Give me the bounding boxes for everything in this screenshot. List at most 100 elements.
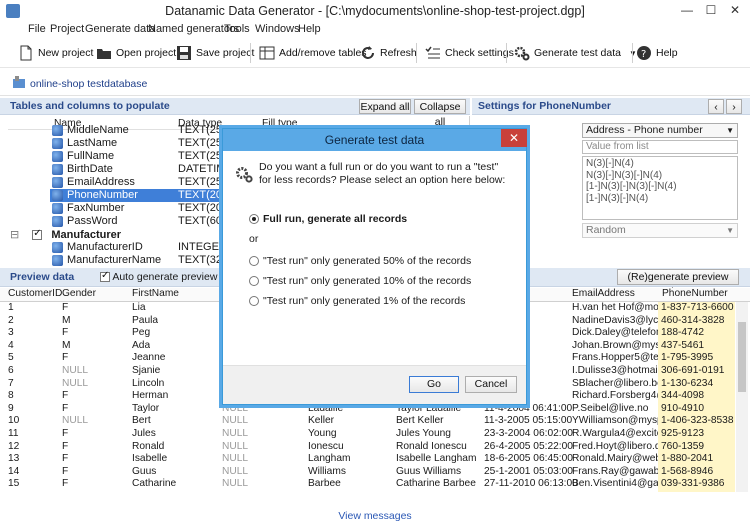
option-test-50[interactable]: "Test run" only generated 50% of the rec… [249, 255, 471, 267]
table-cell: 1 [8, 302, 14, 313]
cancel-button[interactable]: Cancel [465, 376, 517, 393]
menu-tools[interactable]: Tools [224, 23, 250, 35]
tree-row[interactable]: ManufacturerName TEXT(32) [52, 254, 242, 266]
chevron-right-icon[interactable]: › [726, 99, 742, 114]
dialog-title: Generate test data [324, 133, 425, 147]
project-name[interactable]: online-shop testdatabase [30, 78, 147, 90]
tree-row[interactable]: FaxNumber TEXT(20) [52, 202, 242, 215]
table-checkbox[interactable] [32, 228, 43, 241]
tree-row-type: TEXT(20) [178, 189, 226, 201]
table-cell: 11 [8, 428, 19, 439]
grid-header-phonenumber[interactable]: PhoneNumber [662, 288, 728, 301]
menu-help[interactable]: Help [298, 23, 321, 35]
add-remove-tables-button[interactable]: Add/remove tables [259, 42, 367, 64]
generate-test-data-label: Generate test data [534, 47, 621, 59]
table-row[interactable]: 10 NULL Bert NULL Keller Bert Keller 11-3-2005… [0, 415, 735, 428]
menu-generate-data[interactable]: Generate data [85, 23, 155, 35]
grid-header-gender[interactable]: Gender [62, 288, 96, 301]
refresh-button[interactable]: Refresh [360, 42, 417, 64]
tree-table-name: Manufacturer [51, 229, 122, 241]
auto-generate-toggle[interactable]: Auto generate preview data [100, 270, 241, 283]
tree-row-type: INTEGER [178, 241, 227, 253]
menu-windows[interactable]: Windows [255, 23, 300, 35]
table-cell: 1-795-3995 [661, 352, 714, 364]
vertical-scrollbar[interactable] [736, 302, 748, 492]
tree-row[interactable]: ManufacturerID INTEGER [52, 241, 242, 254]
pattern-item[interactable]: [1-]N(3)[-]N(4) [586, 193, 734, 205]
open-project-label: Open project [116, 47, 177, 59]
grid-header-customerid[interactable]: CustomerID [8, 288, 62, 301]
table-row[interactable]: 11 F Jules NULL Young Jules Young 23-3-2004 06… [0, 428, 735, 441]
option-full-run[interactable]: Full run, generate all records [249, 213, 407, 225]
tree-row[interactable]: PassWord TEXT(60) [52, 215, 242, 228]
pattern-item[interactable]: [1-]N(3)[-]N(3)[-]N(4) [586, 181, 734, 193]
chevron-left-icon[interactable]: ‹ [708, 99, 724, 114]
auto-generate-checkbox[interactable] [100, 270, 110, 283]
radio-full-run[interactable] [249, 214, 259, 225]
table-cell: Frans.Ray@gawab.it [572, 465, 658, 477]
menu-project[interactable]: Project [50, 23, 84, 35]
tree-row[interactable]: BirthDate DATETIME [52, 163, 242, 176]
generate-test-data-button[interactable]: Generate test data ▼ [514, 42, 637, 64]
radio-test-10[interactable] [249, 276, 259, 287]
pattern-item[interactable]: N(3)[-]N(3)[-]N(4) [586, 170, 734, 182]
go-button[interactable]: Go [409, 376, 459, 393]
pattern-item[interactable]: N(3)[-]N(4) [586, 158, 734, 170]
check-settings-button[interactable]: Check settings [425, 42, 514, 64]
table-cell: 15 [8, 478, 20, 490]
generator-select[interactable]: Address - Phone number ▼ [582, 123, 738, 138]
collapse-icon[interactable]: ⊟ [10, 229, 19, 241]
view-messages-link[interactable]: View messages [338, 510, 411, 522]
new-project-button[interactable]: New project [18, 42, 93, 64]
tree-row[interactable]: MiddleName TEXT(255) [52, 124, 242, 137]
column-icon [52, 150, 63, 162]
option-test-1[interactable]: "Test run" only generated 1% of the reco… [249, 295, 465, 307]
tree-row[interactable]: EmailAddress TEXT(255) [52, 176, 242, 189]
menu-file[interactable]: File [28, 23, 46, 35]
dialog-close-icon[interactable]: ✕ [501, 129, 527, 147]
table-cell: Dick.Daley@telefonica. [572, 327, 658, 339]
table-cell: 1-130-6234 [661, 377, 714, 389]
save-project-button[interactable]: Save project [176, 42, 254, 64]
table-cell: Ronald [132, 440, 165, 452]
table-cell: 8 [8, 390, 14, 402]
grid-header-firstname[interactable]: FirstName [132, 288, 179, 301]
minimize-icon[interactable]: — [674, 0, 700, 20]
toolbar-separator [632, 43, 633, 63]
table-cell: 3 [8, 327, 14, 339]
table-row[interactable]: 12 F Ronald NULL Ionescu Ronald Ionescu 26-4-2… [0, 441, 735, 454]
table-cell: NULL [222, 465, 249, 477]
pattern-list[interactable]: N(3)[-]N(4) N(3)[-]N(3)[-]N(4) [1-]N(3)[… [582, 156, 738, 220]
close-icon[interactable]: ✕ [722, 0, 748, 20]
table-cell: 14 [8, 465, 20, 477]
toolbar-separator [416, 43, 417, 63]
table-cell: NULL [222, 428, 249, 439]
regenerate-preview-button[interactable]: (Re)generate preview data [617, 269, 739, 298]
open-project-button[interactable]: Open project [96, 42, 176, 64]
tree-row-name: ManufacturerID [67, 241, 143, 253]
tree-row[interactable]: FullName TEXT(255) [52, 150, 242, 163]
folder-icon [96, 45, 112, 61]
scrollbar-thumb[interactable] [738, 322, 746, 392]
value-from-list-field[interactable]: Value from list [582, 140, 738, 154]
radio-test-1[interactable] [249, 296, 259, 307]
tree-row[interactable]: LastName TEXT(255) [52, 137, 242, 150]
tree-table-row[interactable]: ⊟ Manufacturer [10, 228, 240, 241]
help-button[interactable]: ? Help [636, 42, 678, 64]
table-row[interactable]: 14 F Guus NULL Williams Guus Williams 25-1-200… [0, 466, 735, 479]
table-row[interactable]: 15 F Catharine NULL Barbee Catharine Barbee 27… [0, 478, 735, 491]
table-cell: F [62, 465, 69, 477]
maximize-icon[interactable]: ☐ [698, 0, 724, 20]
option-test-10[interactable]: "Test run" only generated 10% of the rec… [249, 275, 471, 287]
view-messages-bar: View messages [0, 510, 750, 526]
radio-test-50[interactable] [249, 256, 259, 267]
table-row[interactable]: 13 F Isabelle NULL Langham Isabelle Langham 18… [0, 453, 735, 466]
expand-all-button[interactable]: Expand all [359, 99, 411, 114]
collapse-all-button[interactable]: Collapse all [414, 99, 466, 128]
database-icon [12, 75, 26, 89]
dialog-footer: Go Cancel [223, 365, 526, 404]
table-cell: M [62, 314, 71, 326]
grid-header-emailaddress[interactable]: EmailAddress [572, 288, 635, 301]
order-select[interactable]: Random ▼ [582, 223, 738, 238]
settings-panel-title: Settings for PhoneNumber [478, 100, 612, 112]
